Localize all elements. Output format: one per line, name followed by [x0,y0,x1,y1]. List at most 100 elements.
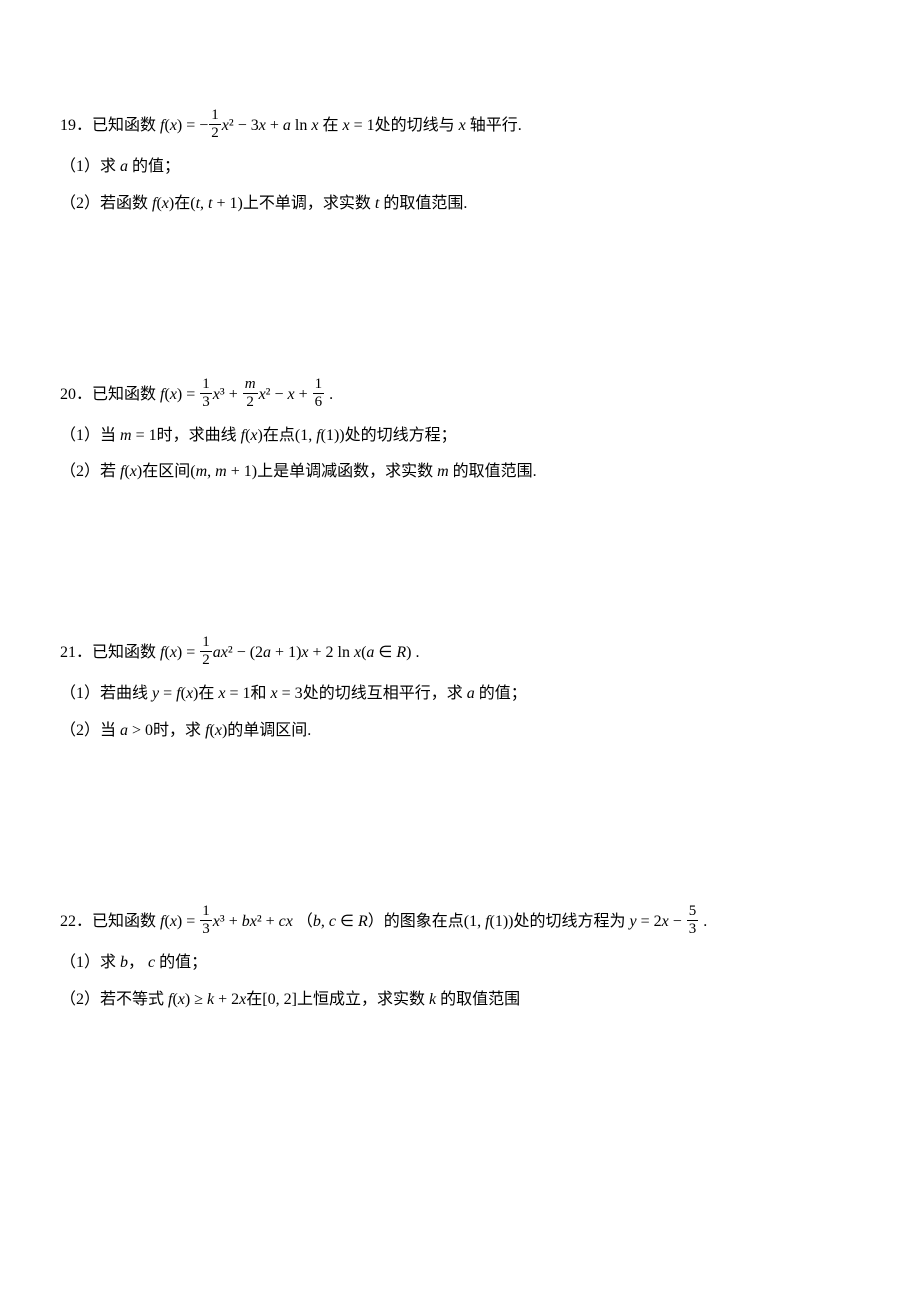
text: 在 [198,685,214,702]
ln: + 2 ln [309,644,354,661]
sq: ² + [257,913,279,930]
problem-22-part-2: （2）若不等式 f(x) ≥ k + 2x在[0, 2]上恒成立，求实数 k 的… [60,986,860,1015]
frac-53: 53 [687,904,699,937]
sq: ² − (2 [228,644,263,661]
comma: , [200,195,208,212]
cube: ³ + [220,913,242,930]
p1x: + 1) [271,644,301,661]
x: x [186,685,193,702]
ln: ln [291,117,311,134]
problem-number: 22． [60,913,92,930]
eq1: = 1 [226,685,251,702]
text: 处的切线与 [375,117,455,134]
text: 已知函数 [92,644,156,661]
plus2: + 2 [214,991,239,1008]
problem-21: 21．已知函数 f(x) = 12ax² − (2a + 1)x + 2 ln … [60,637,860,746]
problem-number: 20． [60,386,92,403]
x: x [259,386,266,403]
pt: (1)) [490,913,514,930]
b: b [313,913,321,930]
m: m [196,463,208,480]
frac-13: 13 [200,904,212,937]
comma: , [207,463,215,480]
x: x [311,117,318,134]
m: m [437,463,449,480]
x: x [215,722,222,739]
x: x [662,913,669,930]
text: 上不单调，求实数 [243,195,371,212]
ax: ax [213,644,228,661]
b: b [120,954,128,971]
page-content: 19．已知函数 f(x) = −12x² − 3x + a ln x 在 x =… [0,0,920,1084]
a: a [120,158,128,175]
text: 处的切线方程； [345,427,457,444]
interval: [0, 2] [262,991,297,1008]
text: 时，求 [153,722,201,739]
problem-20-stem: 20．已知函数 f(x) = 13x³ + m2x² − x + 16 . [60,379,860,412]
text: ）的图象在点 [368,913,464,930]
x: x [250,913,257,930]
problem-19: 19．已知函数 f(x) = −12x² − 3x + a ln x 在 x =… [60,110,860,219]
problem-19-stem: 19．已知函数 f(x) = −12x² − 3x + a ln x 在 x =… [60,110,860,143]
eq1: = 1 [132,427,157,444]
a: a [263,644,271,661]
x: x [170,913,177,930]
text: 在 [246,991,262,1008]
text: 的取值范围. [453,463,537,480]
eq1: = 1 [350,117,375,134]
x: x [250,427,257,444]
text: （1）若曲线 [60,685,148,702]
x: x [213,913,220,930]
problem-20-part-1: （1）当 m = 1时，求曲线 f(x)在点(1, f(1))处的切线方程； [60,422,860,451]
plus: + [295,386,312,403]
text: 已知函数 [92,386,156,403]
period: . [325,386,333,403]
frac-16: 16 [313,377,325,410]
x: x [170,386,177,403]
problem-21-part-1: （1）若曲线 y = f(x)在 x = 1和 x = 3处的切线互相平行，求 … [60,680,860,709]
frac-12: 12 [200,635,212,668]
eq: ) = [177,644,199,661]
problem-22-stem: 22．已知函数 f(x) = 13x³ + bx² + cx （b, c ∈ R… [60,906,860,939]
x: x [459,117,466,134]
t: t [375,195,379,212]
text: 的单调区间. [227,722,311,739]
eq: ) = [177,913,199,930]
sq: ² − [266,386,288,403]
x: x [130,463,137,480]
text: 的值； [479,685,527,702]
eq: = [159,685,176,702]
text: 在 [322,117,338,134]
x: x [288,386,295,403]
x: x [286,913,293,930]
text: 和 [251,685,267,702]
problem-19-part-2: （2）若函数 f(x)在(t, t + 1)上不单调，求实数 t 的取值范围. [60,190,860,219]
text: 上是单调减函数，求实数 [257,463,433,480]
comma: , [321,913,329,930]
x: x [178,991,185,1008]
frac-m2: m2 [243,377,258,410]
text: 轴平行. [470,117,522,134]
x: x [213,386,220,403]
frac-13: 13 [200,377,212,410]
x: x [342,117,349,134]
x: x [259,117,266,134]
text: 的值； [132,158,180,175]
text: 在区间 [142,463,190,480]
paren: )在( [169,195,196,212]
x: x [218,685,225,702]
x: x [301,644,308,661]
c: c [329,913,336,930]
m: m [120,427,132,444]
x: x [170,117,177,134]
y: y [630,913,637,930]
problem-22-part-1: （1）求 b， c 的值； [60,949,860,978]
text: ， [128,954,144,971]
problem-20: 20．已知函数 f(x) = 13x³ + m2x² − x + 16 . （1… [60,379,860,488]
text: 上恒成立，求实数 [297,991,425,1008]
plus: + [266,117,283,134]
pt: (1, [295,427,316,444]
x: x [222,117,229,134]
R: R [396,644,406,661]
plus1: + 1) [227,463,257,480]
